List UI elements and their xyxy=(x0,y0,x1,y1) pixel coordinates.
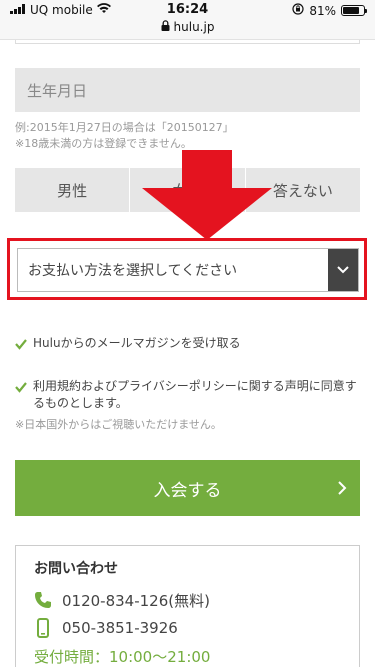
chevron-right-icon xyxy=(338,481,347,495)
newsletter-checkbox[interactable]: Huluからのメールマガジンを受け取る xyxy=(15,335,241,352)
battery-area: 81% xyxy=(292,3,367,18)
newsletter-label: Huluからのメールマガジンを受け取る xyxy=(33,336,241,350)
checkmark-icon xyxy=(15,339,27,350)
battery-percent: 81% xyxy=(309,3,336,18)
battery-fill xyxy=(343,7,360,14)
battery-icon xyxy=(341,5,367,16)
birthdate-placeholder: 生年月日 xyxy=(27,81,88,100)
contact-phone-mobile[interactable]: 050-3851-3926 xyxy=(34,614,341,642)
overseas-note: ※日本国外からはご視聴いただけません。 xyxy=(15,418,222,431)
phone-mobile-number: 050-3851-3926 xyxy=(62,619,178,637)
birthdate-field[interactable]: 生年月日 xyxy=(15,68,360,112)
mobile-phone-icon xyxy=(37,618,49,638)
birthdate-example-note: 例:2015年1月27日の場合は「20150127」 xyxy=(15,121,234,134)
orientation-lock-icon xyxy=(292,3,304,18)
business-hours: 受付時間：10:00〜21:00 xyxy=(34,648,211,666)
join-button[interactable]: 入会する xyxy=(15,460,360,516)
address-bar[interactable]: hulu.jp xyxy=(0,20,375,34)
phone-icon xyxy=(35,592,51,608)
checkmark-icon xyxy=(15,382,27,393)
join-button-label: 入会する xyxy=(153,480,222,501)
terms-checkbox[interactable]: 利用規約およびプライバシーポリシーに関する声明に同意するものとします。 xyxy=(15,378,360,412)
contact-title: お問い合わせ xyxy=(34,561,118,577)
previous-section-border xyxy=(15,40,360,44)
contact-phone-free[interactable]: 0120-834-126(無料) xyxy=(34,586,341,614)
payment-method-select[interactable]: お支払い方法を選択してください xyxy=(17,248,359,292)
contact-box: お問い合わせ 0120-834-126(無料) 050-3851-3926 受付… xyxy=(15,545,360,667)
age-restriction-note: ※18歳未満の方は登録できません。 xyxy=(15,137,192,150)
lock-icon xyxy=(161,20,170,34)
chevron-down-icon[interactable] xyxy=(328,249,358,291)
terms-label: 利用規約およびプライバシーポリシーに関する声明に同意するものとします。 xyxy=(33,379,357,410)
payment-method-label: お支払い方法を選択してください xyxy=(28,263,238,279)
url-text: hulu.jp xyxy=(173,20,215,34)
annotation-arrow-icon xyxy=(142,150,272,240)
gender-male-button[interactable]: 男性 xyxy=(15,168,130,212)
phone-free-number: 0120-834-126(無料) xyxy=(62,591,210,610)
status-bar: UQ mobile 16:24 hulu.jp 81% xyxy=(0,0,375,40)
